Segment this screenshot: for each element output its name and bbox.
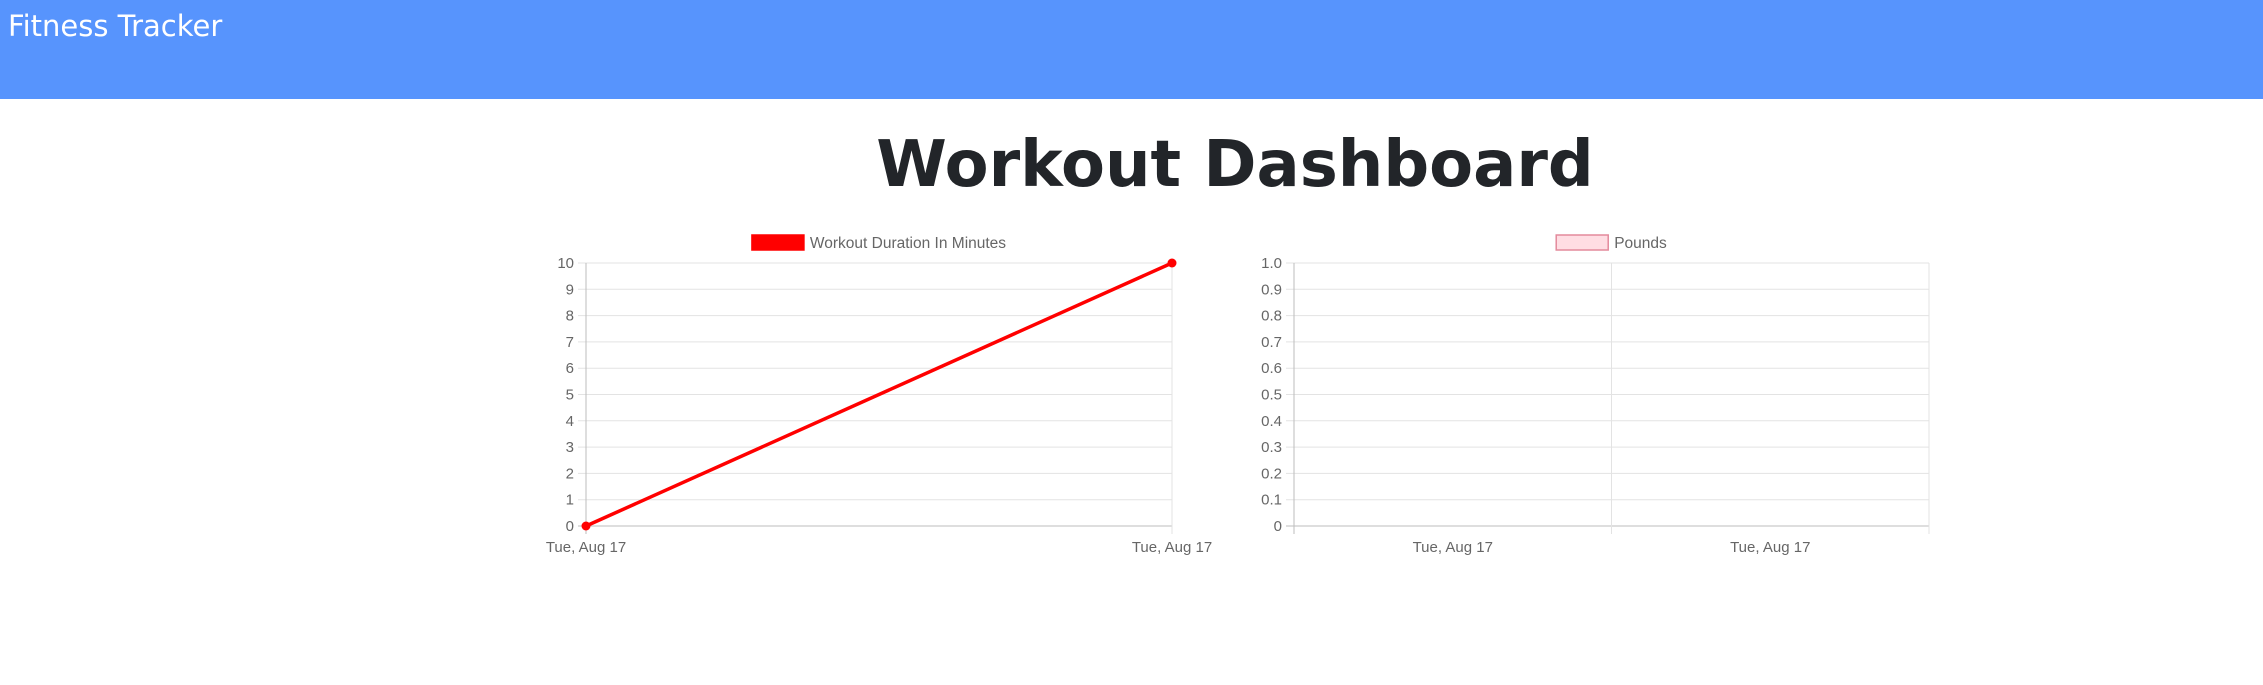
y-tick-label: 5	[566, 387, 574, 404]
y-tick-label: 1.0	[1261, 255, 1282, 272]
legend-label: Workout Duration In Minutes	[810, 235, 1006, 252]
legend-swatch	[1555, 234, 1609, 251]
y-tick-label: 0.8	[1261, 308, 1282, 325]
y-tick-label: 0.3	[1261, 439, 1282, 456]
pounds-chart: Pounds 0 0.1 0.2 0.3 0.4 0.5 0.6 0.7 0.8 0.9 1.0 Tue…	[1245, 228, 1945, 568]
data-point	[581, 521, 591, 531]
y-tick-label: 0.7	[1261, 334, 1282, 351]
y-tick-label: 6	[566, 360, 574, 377]
y-tick-label: 0.1	[1261, 492, 1282, 509]
y-tick-label: 9	[566, 281, 574, 298]
pounds-chart-svg: Pounds 0 0.1 0.2 0.3 0.4 0.5 0.6 0.7 0.8 0.9 1.0 Tue…	[1261, 234, 1930, 556]
x-tick-label: Tue, Aug 17	[1730, 539, 1810, 556]
y-tick-label: 7	[566, 334, 574, 351]
y-tick-label: 0.9	[1261, 281, 1282, 298]
navbar: Fitness Tracker	[0, 0, 2263, 99]
y-tick-label: 0.4	[1261, 413, 1282, 430]
y-tick-label: 8	[566, 308, 574, 325]
workout-duration-chart: Workout Duration In Minutes 0 1 2 3 4 5 6 7 8 9 10 T…	[530, 228, 1220, 568]
y-tick-label: 2	[566, 465, 574, 482]
navbar-brand[interactable]: Fitness Tracker	[8, 8, 222, 44]
y-tick-label: 1	[566, 492, 574, 509]
y-tick-label: 10	[557, 255, 574, 272]
x-tick-label: Tue, Aug 17	[546, 539, 626, 556]
y-tick-label: 0	[1274, 518, 1282, 535]
y-tick-label: 0.6	[1261, 360, 1282, 377]
y-tick-label: 0.2	[1261, 465, 1282, 482]
x-tick-label: Tue, Aug 17	[1413, 539, 1493, 556]
legend-label: Pounds	[1614, 235, 1667, 252]
legend-swatch	[751, 234, 805, 251]
workout-duration-chart-svg: Workout Duration In Minutes 0 1 2 3 4 5 6 7 8 9 10 T…	[546, 234, 1212, 556]
page-title: Workout Dashboard	[876, 128, 1594, 202]
data-point	[1167, 258, 1177, 268]
y-tick-label: 4	[566, 413, 574, 430]
y-tick-label: 3	[566, 439, 574, 456]
y-tick-label: 0	[566, 518, 574, 535]
y-tick-label: 0.5	[1261, 387, 1282, 404]
x-tick-label: Tue, Aug 17	[1132, 539, 1212, 556]
